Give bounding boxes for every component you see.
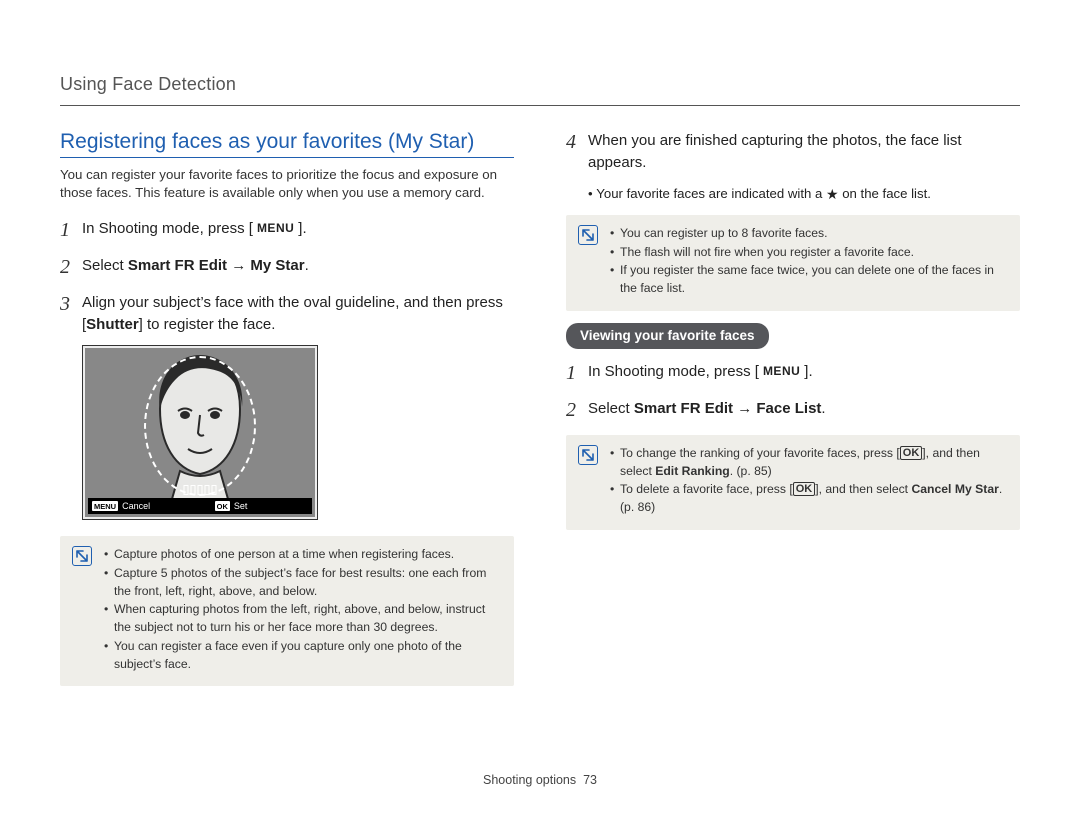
illustration-statusbar: MENU Cancel OK Set — [88, 498, 312, 514]
step-text: . — [821, 400, 825, 417]
face-illustration: MENU Cancel OK Set — [82, 345, 514, 520]
step-number: 1 — [566, 359, 588, 388]
subsection-pill: Viewing your favorite faces — [566, 323, 769, 349]
note-list: Capture photos of one person at a time w… — [104, 546, 502, 674]
note-item: You can register up to 8 favorite faces. — [610, 225, 1008, 243]
note-item: Capture 5 photos of the subject’s face f… — [104, 565, 502, 600]
bold-text: Shutter — [86, 316, 139, 333]
arrow-icon: → — [231, 257, 246, 274]
oval-guideline — [144, 356, 256, 496]
note-icon — [578, 445, 598, 465]
step-text: ] to register the face. — [139, 316, 276, 333]
step-text: In Shooting mode, press [ — [588, 363, 759, 380]
note-item: If you register the same face twice, you… — [610, 262, 1008, 297]
note-list: To change the ranking of your favorite f… — [610, 445, 1008, 518]
step-text: In Shooting mode, press [ — [82, 220, 253, 237]
step-text: When you are finished capturing the phot… — [588, 130, 1020, 174]
section-intro: You can register your favorite faces to … — [60, 166, 514, 202]
menu-icon: MENU — [759, 362, 804, 381]
step-4: 4 When you are finished capturing the ph… — [566, 130, 1020, 174]
right-column: 4 When you are finished capturing the ph… — [566, 130, 1020, 686]
step-text: ]. — [804, 363, 812, 380]
note-item: When capturing photos from the left, rig… — [104, 601, 502, 636]
bold-text: Smart FR Edit — [634, 400, 733, 417]
arrow-icon: → — [737, 400, 752, 417]
ok-icon: OK — [900, 446, 923, 460]
step-number: 1 — [60, 216, 82, 245]
step-1: 1 In Shooting mode, press [MENU]. — [60, 218, 514, 245]
step-number: 3 — [60, 290, 82, 319]
ok-chip-icon: OK — [215, 501, 230, 511]
cancel-label: Cancel — [122, 501, 150, 511]
section-title: Registering faces as your favorites (My … — [60, 130, 514, 158]
star-icon: ★ — [826, 186, 839, 202]
step-number: 2 — [566, 396, 588, 425]
note-list: You can register up to 8 favorite faces.… — [610, 225, 1008, 299]
left-column: Registering faces as your favorites (My … — [60, 130, 514, 686]
bold-text: My Star — [250, 257, 304, 274]
bold-text: Smart FR Edit — [128, 257, 227, 274]
step-number: 2 — [60, 253, 82, 282]
step-subnote: • Your favorite faces are indicated with… — [588, 184, 1020, 204]
step-number: 4 — [566, 128, 588, 157]
step-text: Select — [82, 257, 128, 274]
note-box: To change the ranking of your favorite f… — [566, 435, 1020, 530]
header-rule — [60, 105, 1020, 106]
note-box: Capture photos of one person at a time w… — [60, 536, 514, 686]
page-footer: Shooting options 73 — [0, 773, 1080, 787]
ok-icon: OK — [793, 482, 816, 496]
note-item: To delete a favorite face, press [OK], a… — [610, 481, 1008, 516]
step-2: 2 Select Smart FR Edit → My Star. — [60, 255, 514, 282]
menu-icon: MENU — [253, 219, 298, 238]
menu-chip-icon: MENU — [92, 501, 118, 511]
bold-text: Face List — [756, 400, 821, 417]
note-item: The flash will not fire when you registe… — [610, 244, 1008, 262]
note-icon — [72, 546, 92, 566]
note-item: Capture photos of one person at a time w… — [104, 546, 502, 564]
view-step-2: 2 Select Smart FR Edit → Face List. — [566, 398, 1020, 425]
page-header: Using Face Detection — [60, 74, 1020, 95]
step-3: 3 Align your subject’s face with the ova… — [60, 292, 514, 336]
note-item: To change the ranking of your favorite f… — [610, 445, 1008, 480]
note-item: You can register a face even if you capt… — [104, 638, 502, 673]
capture-progress — [184, 485, 217, 495]
step-text: ]. — [298, 220, 306, 237]
note-icon — [578, 225, 598, 245]
step-text: . — [305, 257, 309, 274]
set-label: Set — [234, 501, 248, 511]
note-box: You can register up to 8 favorite faces.… — [566, 215, 1020, 311]
step-text: Select — [588, 400, 634, 417]
view-step-1: 1 In Shooting mode, press [MENU]. — [566, 361, 1020, 388]
